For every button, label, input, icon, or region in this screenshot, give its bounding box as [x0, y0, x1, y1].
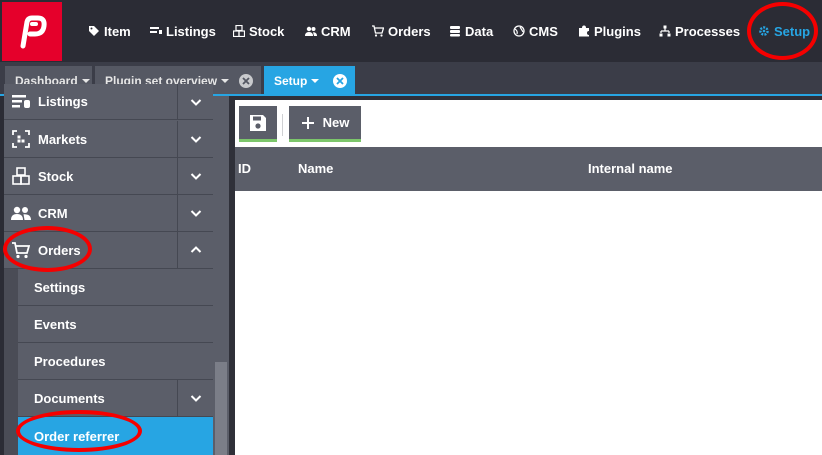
new-button[interactable]: New: [289, 106, 361, 142]
nav-item-processes[interactable]: Processes: [658, 0, 740, 62]
chevron-down-icon[interactable]: [177, 195, 213, 231]
sidebar-scrollbar-thumb[interactable]: [215, 362, 227, 455]
boxes-icon: [232, 25, 245, 38]
nav-item-plugins[interactable]: Plugins: [577, 0, 641, 62]
nav-item-label: CMS: [529, 23, 558, 39]
users-icon: [10, 204, 32, 222]
caret-down-icon: [311, 79, 320, 83]
sitemap-icon: [658, 25, 671, 38]
markets-icon: [10, 130, 32, 148]
sidebar-subitem-label: Documents: [34, 390, 105, 406]
cart-icon: [371, 25, 384, 38]
globe-icon: [512, 25, 525, 38]
nav-item-orders[interactable]: Orders: [371, 0, 431, 62]
sidebar-edge: [0, 96, 4, 455]
annotation-circle-setup: [747, 2, 818, 60]
sidebar-subitem-settings[interactable]: Settings: [18, 269, 213, 306]
chevron-up-icon[interactable]: [177, 232, 213, 268]
top-navigation: Item Listings Stock CRM Orders Data CMS …: [0, 0, 822, 62]
caret-down-icon: [81, 79, 90, 83]
sidebar-item-label: Markets: [38, 131, 88, 147]
floppy-icon: [250, 114, 266, 131]
chevron-down-icon[interactable]: [177, 84, 213, 120]
nav-item-label: Orders: [388, 23, 431, 39]
close-tab-icon[interactable]: [239, 74, 253, 88]
nav-item-label: Item: [104, 23, 131, 39]
sidebar-subitem-label: Procedures: [34, 353, 106, 369]
sidebar-subitem-procedures[interactable]: Procedures: [18, 343, 213, 380]
plus-icon: [301, 116, 314, 129]
nav-item-crm[interactable]: CRM: [304, 0, 351, 62]
caret-down-icon: [221, 79, 230, 83]
column-header-name[interactable]: Name: [298, 161, 333, 176]
tag-icon: [87, 25, 100, 38]
plentymarkets-logo[interactable]: [2, 2, 62, 61]
database-icon: [448, 25, 461, 38]
sidebar-subitem-events[interactable]: Events: [18, 306, 213, 343]
nav-item-label: Stock: [249, 23, 285, 39]
sidebar-item-stock[interactable]: Stock: [4, 158, 213, 195]
listings-icon: [149, 25, 162, 38]
boxes-icon: [10, 167, 32, 185]
nav-item-item[interactable]: Item: [87, 0, 131, 62]
listings-icon: [10, 93, 32, 111]
tab-label: Setup: [274, 74, 308, 88]
sidebar-subitem-label: Settings: [34, 279, 86, 295]
nav-item-data[interactable]: Data: [448, 0, 493, 62]
nav-item-cms[interactable]: CMS: [512, 0, 558, 62]
chevron-down-icon[interactable]: [177, 121, 213, 157]
annotation-circle-orders: [3, 226, 92, 272]
tab-setup[interactable]: Setup: [264, 66, 355, 96]
sidebar-item-listings[interactable]: Listings: [4, 84, 213, 120]
nav-item-label: Listings: [166, 23, 216, 39]
logo-mark-icon: [20, 15, 47, 48]
column-header-internal-name[interactable]: Internal name: [588, 161, 673, 176]
nav-item-listings[interactable]: Listings: [149, 0, 216, 62]
sidebar-item-label: Listings: [38, 94, 88, 109]
nav-item-label: Data: [465, 23, 494, 39]
toolbar-divider: [282, 114, 283, 136]
main-content: New ID Name Internal name: [235, 100, 822, 455]
sidebar-subitem-documents[interactable]: Documents: [18, 380, 213, 417]
grid-header: ID Name Internal name: [235, 147, 822, 191]
chevron-down-icon[interactable]: [177, 158, 213, 194]
save-button[interactable]: [239, 106, 277, 142]
nav-item-label: CRM: [321, 23, 351, 39]
sidebar-item-markets[interactable]: Markets: [4, 121, 213, 158]
sidebar-subitem-label: Events: [34, 316, 77, 332]
users-icon: [304, 25, 317, 38]
column-header-id[interactable]: ID: [238, 161, 251, 176]
close-tab-icon[interactable]: [333, 74, 347, 88]
sidebar-item-label: Stock: [38, 168, 74, 184]
puzzle-icon: [577, 25, 590, 38]
new-button-label: New: [322, 115, 350, 130]
sidebar-item-label: CRM: [38, 205, 68, 221]
annotation-circle-order-referrer: [16, 410, 142, 452]
nav-item-stock[interactable]: Stock: [232, 0, 284, 62]
nav-item-label: Plugins: [594, 23, 641, 39]
nav-item-label: Processes: [675, 23, 741, 39]
chevron-down-icon[interactable]: [177, 380, 213, 416]
